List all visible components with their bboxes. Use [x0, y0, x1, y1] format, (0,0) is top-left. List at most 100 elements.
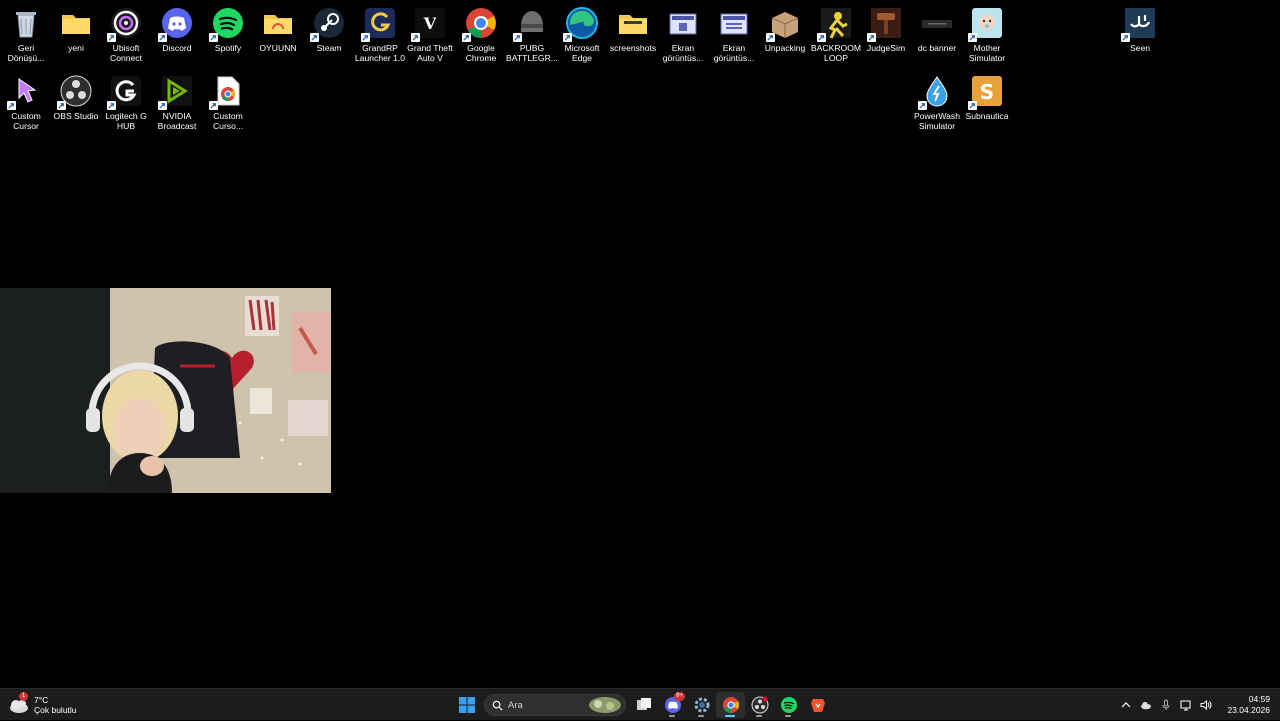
search-icon: [492, 700, 503, 711]
desktop-icon-backroom[interactable]: BACKROOM LOOP: [811, 6, 861, 63]
desktop-icon-subnautica[interactable]: S Subnautica: [962, 74, 1012, 121]
system-tray: 04:59 23.04.2026: [1116, 689, 1280, 721]
desktop-icon-edge[interactable]: Microsoft Edge: [557, 6, 607, 63]
running-indicator: [669, 715, 675, 717]
desktop-icon-label: Spotify: [214, 43, 242, 53]
shortcut-arrow-icon: [310, 33, 319, 42]
logitech-icon: [107, 74, 143, 110]
shortcut-arrow-icon: [107, 101, 116, 110]
desktop-icon-judgesim[interactable]: JudgeSim: [861, 6, 911, 53]
desktop-icon-spotify[interactable]: Spotify: [203, 6, 253, 53]
desktop-icon-oyuunn[interactable]: OYUUNN: [253, 6, 303, 53]
grandrp-icon: [361, 6, 397, 42]
desktop-icon-steam[interactable]: Steam: [304, 6, 354, 53]
desktop-icon-label: Custom Cursor: [11, 111, 41, 131]
gta-icon: V: [411, 6, 447, 42]
powerwash-icon: [918, 74, 954, 110]
desktop-icon-label: PowerWash Simulator: [913, 111, 960, 131]
taskbar-brave[interactable]: [803, 692, 832, 718]
shortcut-arrow-icon: [968, 101, 977, 110]
desktop-icon-discord[interactable]: Discord: [152, 6, 202, 53]
desktop-icon-grandrp[interactable]: GrandRP Launcher 1.0: [355, 6, 405, 63]
shortcut-arrow-icon: [411, 33, 420, 42]
desktop-icon-ekran-2[interactable]: Ekran görüntüs...: [709, 6, 759, 63]
desktop-icon-recycle-bin[interactable]: Geri Dönüşü...: [1, 6, 51, 63]
desktop-icon-label: Microsoft Edge: [564, 43, 600, 63]
desktop-icon-seen[interactable]: Seen: [1115, 6, 1165, 53]
taskbar-discord[interactable]: 9+: [658, 692, 687, 718]
network-tray[interactable]: [1176, 692, 1196, 718]
clock-time: 04:59: [1248, 694, 1270, 704]
shortcut-arrow-icon: [57, 101, 66, 110]
desktop-icon-label: PUBG BATTLEGR...: [506, 43, 558, 63]
desktop-icon-screenshots[interactable]: screenshots: [608, 6, 658, 53]
task-view-button[interactable]: [629, 692, 658, 718]
start-button[interactable]: [452, 692, 481, 718]
taskbar-settings[interactable]: [687, 692, 716, 718]
desktop-icon-dc-banner[interactable]: dc banner: [912, 6, 962, 53]
clock[interactable]: 04:59 23.04.2026: [1216, 694, 1280, 716]
folder-icon: [616, 6, 650, 40]
desktop-icon-powerwash[interactable]: PowerWash Simulator: [912, 74, 962, 131]
desktop-icon-label: Subnautica: [965, 111, 1009, 121]
desktop-icon-chrome[interactable]: Google Chrome: [456, 6, 506, 63]
onedrive-tray[interactable]: [1136, 692, 1156, 718]
weather-desc: Çok bulutlu: [34, 705, 77, 715]
weather-widget[interactable]: 1 7°C Çok bulutlu: [8, 692, 77, 718]
cloud-weather-icon: 1: [8, 692, 30, 716]
desktop-icon-obs[interactable]: OBS Studio: [51, 74, 101, 121]
speaker-icon: [1200, 699, 1212, 711]
desktop-icon-unpacking[interactable]: Unpacking: [760, 6, 810, 53]
desktop-icon-ekran-1[interactable]: Ekran görüntüs...: [658, 6, 708, 63]
desktop-icon-yeni[interactable]: yeni: [51, 6, 101, 53]
windows-start-icon: [458, 697, 475, 713]
discord-notification-badge: 9+: [674, 692, 685, 701]
image-file-icon: [666, 6, 700, 40]
desktop-icon-label: BACKROOM LOOP: [810, 43, 862, 63]
clock-date: 23.04.2026: [1227, 705, 1270, 715]
steam-icon: [310, 6, 346, 42]
desktop-icon-label: dc banner: [917, 43, 957, 53]
svg-text:S: S: [980, 80, 994, 104]
chrome-icon: [462, 6, 498, 42]
desktop-icon-label: Discord: [162, 43, 192, 53]
search-highlight-icon: [589, 697, 621, 713]
weather-alert-badge: 1: [19, 692, 28, 701]
desktop-icon-custom-cursor[interactable]: Custom Cursor: [1, 74, 51, 131]
obs-icon: [57, 74, 93, 110]
webcam-overlay: [0, 288, 331, 493]
backroom-icon: [817, 6, 853, 42]
task-view-icon: [636, 698, 651, 710]
shortcut-arrow-icon: [7, 101, 16, 110]
desktop-icon-gta[interactable]: V Grand Theft Auto V: [405, 6, 455, 63]
desktop-icon-label: Custom Curso...: [212, 111, 244, 131]
shortcut-arrow-icon: [766, 33, 775, 42]
chrome-icon: [722, 697, 739, 714]
judgesim-icon: [867, 6, 903, 42]
desktop-icon-custom-curso-file[interactable]: Custom Curso...: [203, 74, 253, 131]
desktop-icon-label: Logitech G HUB: [105, 111, 147, 131]
desktop-icon-ubisoft[interactable]: Ubisoft Connect: [101, 6, 151, 63]
folder-icon: [261, 6, 295, 40]
volume-tray[interactable]: [1196, 692, 1216, 718]
desktop-icon-label: OBS Studio: [53, 111, 99, 121]
shortcut-arrow-icon: [158, 101, 167, 110]
desktop-icon-logitech[interactable]: Logitech G HUB: [101, 74, 151, 131]
desktop-icon-pubg[interactable]: PUBG BATTLEGR...: [506, 6, 558, 63]
shortcut-arrow-icon: [513, 33, 522, 42]
taskbar-spotify[interactable]: [774, 692, 803, 718]
desktop-icon-label: Unpacking: [764, 43, 806, 53]
taskbar-chrome[interactable]: [716, 692, 745, 718]
shortcut-arrow-icon: [209, 101, 218, 110]
show-hidden-icons-button[interactable]: [1116, 692, 1136, 718]
taskbar-search-input[interactable]: Ara: [484, 694, 626, 716]
desktop-icon-mother-simulator[interactable]: Mother Simulator: [962, 6, 1012, 63]
running-indicator: [698, 715, 704, 717]
shortcut-arrow-icon: [158, 33, 167, 42]
taskbar-obs[interactable]: [745, 692, 774, 718]
microphone-tray[interactable]: [1156, 692, 1176, 718]
spotify-icon: [780, 697, 797, 713]
desktop-icon-label: Geri Dönüşü...: [7, 43, 45, 63]
desktop-icon-nvidia-broadcast[interactable]: NVIDIA Broadcast: [152, 74, 202, 131]
shortcut-arrow-icon: [867, 33, 876, 42]
